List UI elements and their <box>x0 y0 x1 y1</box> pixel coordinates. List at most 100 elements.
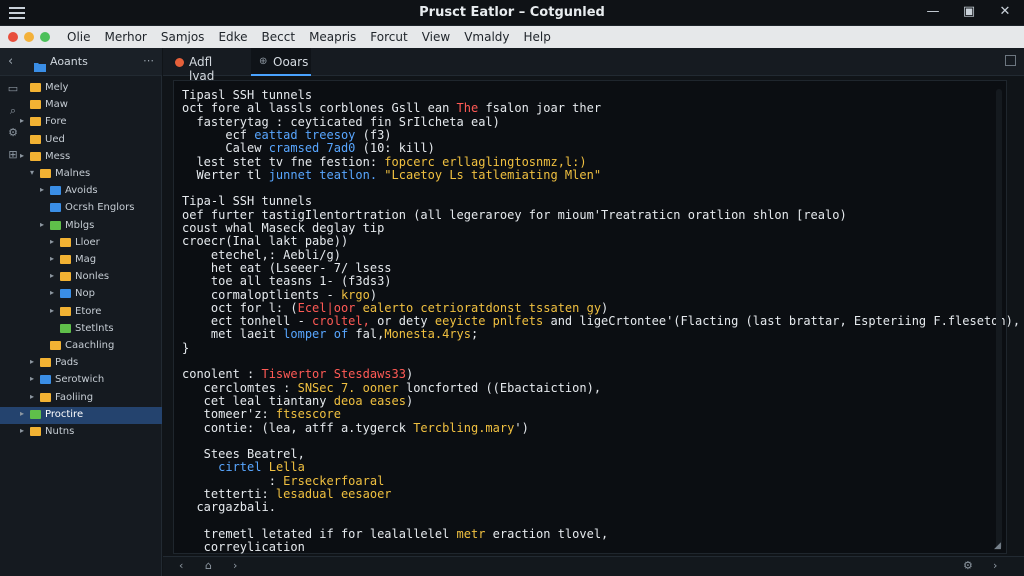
tree-item-label: Mess <box>45 150 71 162</box>
sidebar-title: Aoants <box>50 55 88 68</box>
window-controls: — ▣ ✕ <box>924 3 1014 21</box>
more-icon[interactable]: ⋯ <box>143 54 154 67</box>
forward-icon[interactable]: › <box>233 559 237 572</box>
tree-item[interactable]: Stetlnts <box>0 321 162 338</box>
chevron-icon[interactable]: ▸ <box>50 306 58 315</box>
tree-item-label: Mag <box>75 254 97 265</box>
window-title: Prusct Eatlor – Cotgunled <box>419 5 605 20</box>
close-icon[interactable]: ✕ <box>996 3 1014 21</box>
folder-icon <box>50 186 61 196</box>
status-bar: ‹ ⌂ › ⚙ › <box>163 556 1024 576</box>
vertical-scrollbar[interactable] <box>996 89 1002 549</box>
folder-icon <box>30 409 41 419</box>
tree-item[interactable]: ▸ Pads <box>0 355 162 372</box>
chevron-icon[interactable]: ▾ <box>30 168 38 177</box>
settings-icon[interactable]: ⚙ <box>963 559 973 572</box>
tree-item[interactable]: ▸ Mess <box>0 149 162 166</box>
folder-icon <box>60 323 71 333</box>
code-editor[interactable]: Tipasl SSH tunnels oct fore al lassls cor… <box>173 80 1020 555</box>
menu-item-samjos[interactable]: Samjos <box>154 30 212 44</box>
code-line: correylication <box>182 540 305 555</box>
folder-icon <box>30 117 41 127</box>
resize-grip-icon[interactable]: ◢ <box>994 541 1004 551</box>
menu-bar: Olie Merhor Samjos Edke Becct Meapris Forcut Vi… <box>0 26 1024 48</box>
chevron-icon[interactable]: ▸ <box>40 185 48 194</box>
folder-icon <box>40 375 51 385</box>
maximize-icon[interactable]: ▣ <box>960 3 978 21</box>
minimize-icon[interactable]: — <box>924 3 942 21</box>
tree-item[interactable]: ▸ Nutns <box>0 424 162 441</box>
folder-icon <box>50 203 61 213</box>
traffic-lights <box>8 32 50 42</box>
folder-icon <box>50 220 61 230</box>
tree-item[interactable]: ▸ Avoids <box>0 183 162 200</box>
tree-item-label: Faoliing <box>55 391 94 403</box>
tree-item[interactable]: ▸ Serotwich <box>0 372 162 389</box>
code-line: cargazbali. <box>182 500 276 515</box>
tree-item[interactable]: ▸ Mag <box>0 252 162 269</box>
chevron-icon[interactable]: ▸ <box>20 409 28 418</box>
tree-item-label: Nop <box>75 288 95 300</box>
menu-item-merhor[interactable]: Merhor <box>98 30 154 44</box>
tab-ooars[interactable]: ⊕ Ooars <box>251 48 311 76</box>
tree-item[interactable]: ▸ Mblgs <box>0 218 162 235</box>
menu-item-olie[interactable]: Olie <box>60 30 98 44</box>
tab-label: Ooars <box>273 55 309 69</box>
home-icon[interactable]: ⌂ <box>205 559 212 572</box>
forward-arrow-icon[interactable]: › <box>993 559 997 572</box>
tab-adfl-lvad[interactable]: Adfl lvad <box>171 48 241 83</box>
menu-item-becct[interactable]: Becct <box>255 30 303 44</box>
menu-item-forcut[interactable]: Forcut <box>363 30 414 44</box>
tree-item[interactable]: Mely <box>0 80 162 97</box>
menu-item-view[interactable]: View <box>415 30 457 44</box>
chevron-icon[interactable]: ▸ <box>50 288 58 297</box>
tree-item[interactable]: ▸ Proctire <box>0 406 162 424</box>
tree-item-label: Mblgs <box>65 219 95 231</box>
chevron-icon[interactable]: ▸ <box>30 392 38 401</box>
tree-item[interactable]: ▸ Faoliing <box>0 390 162 407</box>
chevron-icon[interactable]: ▸ <box>30 357 38 366</box>
tree-item[interactable]: ▸ Nonles <box>0 269 162 286</box>
code-line: Werter tl junnet teatlon. "Lcaetoy Ls ta… <box>182 167 602 182</box>
chevron-icon[interactable]: ▸ <box>50 271 58 280</box>
chevron-icon[interactable]: ▸ <box>50 254 58 263</box>
tab-bar: Adfl lvad ⊕ Ooars <box>163 48 1024 83</box>
chevron-icon[interactable]: ▸ <box>20 151 28 160</box>
minimize-dot-icon[interactable] <box>24 32 34 42</box>
tree-item[interactable]: ▸ Nop <box>0 286 162 303</box>
tree-item[interactable]: Ued <box>0 132 162 149</box>
chevron-icon[interactable]: ▸ <box>20 426 28 435</box>
folder-icon <box>30 100 41 110</box>
menu-item-meapris[interactable]: Meapris <box>302 30 363 44</box>
chevron-left-icon[interactable]: ‹ <box>8 54 13 69</box>
folder-icon <box>60 289 71 299</box>
unsaved-dot-icon <box>175 58 184 67</box>
close-dot-icon[interactable] <box>8 32 18 42</box>
folder-icon <box>40 358 51 368</box>
folder-icon <box>50 341 61 350</box>
tree-item[interactable]: ▾ Malnes <box>0 166 162 183</box>
chevron-icon[interactable]: ▸ <box>50 237 58 246</box>
chevron-icon[interactable]: ▸ <box>20 116 28 125</box>
tree-item[interactable]: Maw <box>0 97 162 114</box>
code-line: met laeit lomper of fal,Monesta.4rys; <box>182 327 479 342</box>
tree-item[interactable]: Ocrsh Englors <box>0 200 162 217</box>
menu-item-edke[interactable]: Edke <box>211 30 254 44</box>
tree-item[interactable]: Caachling <box>0 338 162 355</box>
sidebar: ‹ Aoants ⋯ ▭ ⌕ ⚙ ⊞ Mely Maw ▸ Fore Ued ▸ Mess ▾… <box>0 48 162 576</box>
menu-item-help[interactable]: Help <box>517 30 558 44</box>
tree-item-label: Maw <box>45 99 68 111</box>
chevron-icon[interactable]: ▸ <box>40 220 48 229</box>
folder-icon <box>40 392 51 402</box>
tree-item[interactable]: ▸ Lloer <box>0 235 162 252</box>
tree-item[interactable]: ▸ Fore <box>0 114 162 131</box>
tree-item[interactable]: ▸ Etore <box>0 304 162 321</box>
folder-icon <box>30 134 41 144</box>
zoom-dot-icon[interactable] <box>40 32 50 42</box>
split-editor-icon[interactable] <box>1005 55 1016 66</box>
tree-item-label: Proctire <box>45 408 84 420</box>
chevron-icon[interactable]: ▸ <box>30 374 38 383</box>
menu-item-vmaldy[interactable]: Vmaldy <box>457 30 516 44</box>
back-icon[interactable]: ‹ <box>179 559 183 572</box>
tree-item-label: Serotwich <box>55 374 105 386</box>
